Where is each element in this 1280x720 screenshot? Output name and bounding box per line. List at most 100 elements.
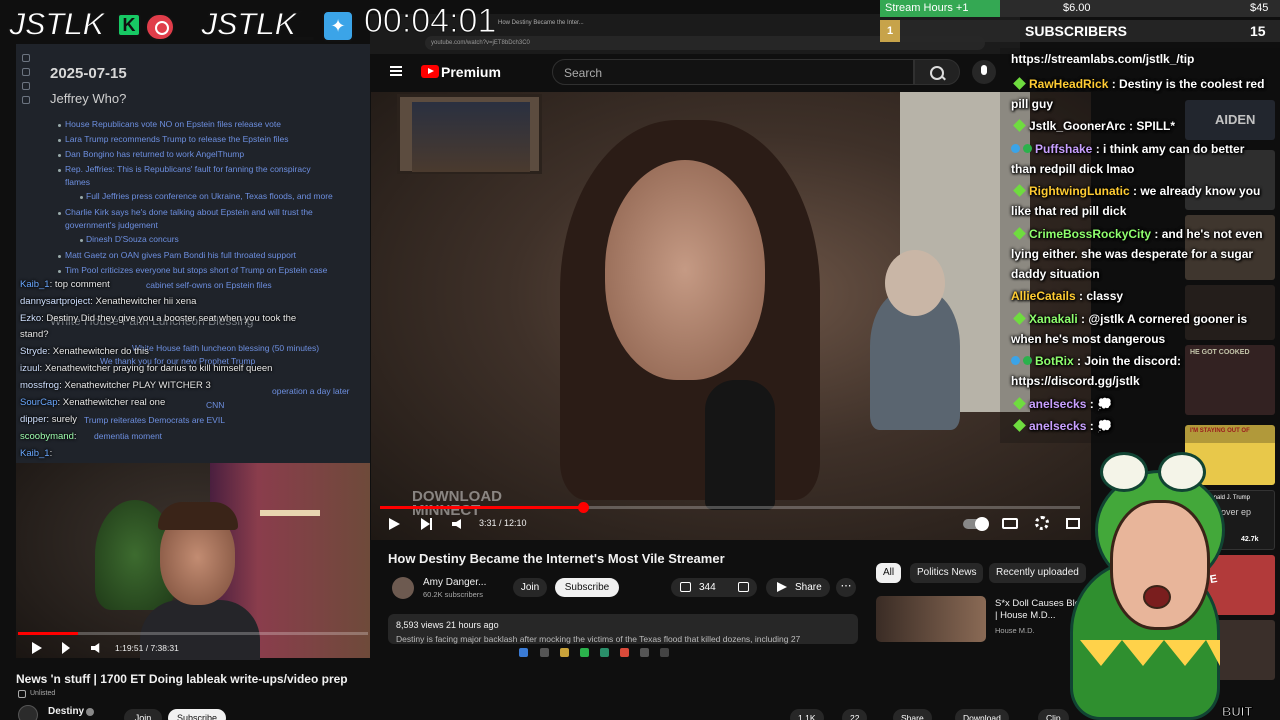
taskbar-windows-icon[interactable] <box>519 648 528 657</box>
doc-link[interactable]: Tim Pool criticizes everyone but stops s… <box>65 265 327 275</box>
search-input[interactable]: Search <box>552 59 914 85</box>
theater-mode-icon[interactable] <box>1066 518 1080 529</box>
channel-subscriber-count: 60.2K subscribers <box>423 590 484 599</box>
taskbar-search-icon[interactable] <box>540 648 549 657</box>
chat-user[interactable]: SourCap <box>20 397 58 408</box>
taskbar-app-icon[interactable] <box>580 648 589 657</box>
share-icon <box>777 582 787 592</box>
taskbar-edge-icon[interactable] <box>600 648 609 657</box>
left-chat-line: Ezko: Destiny Did they give you a booste… <box>20 313 297 324</box>
tip-link[interactable]: https://streamlabs.com/jstlk_/tip <box>1011 52 1194 66</box>
doc-link[interactable]: Dinesh D'Souza concurs <box>86 234 179 244</box>
autoplay-toggle[interactable] <box>963 517 989 531</box>
doc-link[interactable]: Rep. Jeffries: This is Republicans' faul… <box>65 164 311 174</box>
video-watermark: DOWNLOAD MINNECT <box>412 489 502 518</box>
recommended-channel: House M.D. <box>995 626 1035 635</box>
stream-join-button[interactable]: Join <box>124 709 162 720</box>
taskbar-extra-icon[interactable] <box>660 648 669 657</box>
share-button[interactable]: Share <box>766 578 830 597</box>
stream-logo-right: JSTLK_ <box>199 5 315 43</box>
subscribe-button[interactable]: Subscribe <box>555 578 619 597</box>
chip-recently-uploaded[interactable]: Recently uploaded <box>989 563 1086 583</box>
chat-message: AllieCatails : classy <box>1011 289 1124 303</box>
taskbar-folder-icon[interactable] <box>560 648 569 657</box>
stream-download-button[interactable]: Download <box>955 709 1009 720</box>
doc-link[interactable]: Matt Gaetz on OAN gives Pam Bondi his fu… <box>65 250 296 260</box>
doc-link[interactable]: CNN <box>206 400 224 410</box>
gem-icon <box>1013 119 1026 132</box>
doc-link[interactable]: Trump reiterates Democrats are EVIL <box>84 415 225 425</box>
chip-politics-news[interactable]: Politics News <box>910 563 984 583</box>
doc-heading: Jeffrey Who? <box>50 91 127 106</box>
channel-name[interactable]: Amy Danger... <box>423 577 486 588</box>
sidebar-doc-icon[interactable] <box>22 54 30 62</box>
chat-user[interactable]: dannysartproject <box>20 296 90 307</box>
doc-link[interactable]: White House faith luncheon blessing (50 … <box>132 343 319 353</box>
menu-icon[interactable] <box>390 66 402 76</box>
chat-user[interactable]: Jstlk_GoonerArc <box>1029 119 1126 133</box>
doc-link[interactable]: House Republicans vote NO on Epstein fil… <box>65 119 281 129</box>
gem-icon <box>1013 227 1026 240</box>
play-icon[interactable] <box>32 642 42 654</box>
play-icon[interactable] <box>389 518 400 530</box>
youtube-brand[interactable]: Premium <box>441 64 501 80</box>
chip-all[interactable]: All <box>876 563 902 583</box>
next-icon[interactable] <box>421 518 432 530</box>
chat-user[interactable]: Stryde <box>20 346 47 357</box>
captions-icon[interactable] <box>1002 518 1018 529</box>
chat-text: SPILL* <box>1136 119 1176 133</box>
chat-user[interactable]: mossfrog <box>20 380 59 391</box>
stream-dislike-button[interactable]: 22 <box>842 709 868 720</box>
stream-hours-label: Stream Hours +1 <box>885 2 969 14</box>
channel-avatar[interactable] <box>392 577 414 599</box>
next-icon[interactable] <box>62 642 70 654</box>
microphone-icon[interactable] <box>972 60 996 84</box>
doc-link[interactable]: Full Jeffries press conference on Ukrain… <box>86 191 333 201</box>
join-button[interactable]: Join <box>513 578 547 597</box>
bullet <box>80 239 83 242</box>
chat-user[interactable]: anelsecks <box>1029 397 1086 411</box>
chat-user[interactable]: RightwingLunatic <box>1029 184 1130 198</box>
chat-user[interactable]: Xanakali <box>1029 312 1078 326</box>
chat-user[interactable]: izuul <box>20 363 40 374</box>
chat-user[interactable]: BotRix <box>1035 354 1074 368</box>
stream-channel-name[interactable]: Destiny <box>48 706 84 717</box>
chat-user[interactable]: AllieCatails <box>1011 289 1076 303</box>
browser-tab-title[interactable]: How Destiny Became the Inter... <box>498 20 584 26</box>
taskbar-misc-icon[interactable] <box>640 648 649 657</box>
chat-user[interactable]: dipper <box>20 414 46 425</box>
chat-user[interactable]: Ezko <box>20 313 41 324</box>
doc-link[interactable]: Lara Trump recommends Trump to release t… <box>65 134 288 144</box>
doc-link[interactable]: flames <box>65 177 90 187</box>
youtube-logo-icon[interactable] <box>421 65 439 78</box>
stream-clip-button[interactable]: Clip <box>1038 709 1069 720</box>
taskbar-chrome-icon[interactable] <box>620 648 629 657</box>
doc-link[interactable]: Charlie Kirk says he's done talking abou… <box>65 207 313 217</box>
avatar[interactable] <box>18 705 38 720</box>
sidebar-link-icon[interactable] <box>22 82 30 90</box>
doc-link[interactable]: Dan Bongino has returned to work AngelTh… <box>65 149 244 159</box>
more-actions-button[interactable]: ⋯ <box>836 578 856 597</box>
chat-user[interactable]: CrimeBossRockyCity <box>1029 227 1151 241</box>
chat-user[interactable]: RawHeadRick <box>1029 77 1108 91</box>
chat-user[interactable]: Kaib_1 <box>20 279 50 290</box>
stream-share-button[interactable]: Share <box>893 709 932 720</box>
recommended-thumbnail[interactable] <box>876 596 986 642</box>
chat-user[interactable]: scoobymand <box>20 431 74 442</box>
badge-icon <box>1011 144 1020 153</box>
stream-like-button[interactable]: 1.1K <box>790 709 824 720</box>
stream-subscribe-button[interactable]: Subscribe <box>168 709 226 720</box>
chat-user[interactable]: Puffshake <box>1035 142 1092 156</box>
settings-gear-icon[interactable] <box>1035 516 1049 530</box>
doc-link[interactable]: dementia moment <box>94 431 162 441</box>
chat-user[interactable]: anelsecks <box>1029 419 1086 433</box>
doc-link[interactable]: government's judgement <box>65 220 158 230</box>
video-progress-handle[interactable] <box>578 502 589 513</box>
doc-link[interactable]: operation a day later <box>272 386 350 396</box>
doc-link[interactable]: cabinet self-owns on Epstein files <box>146 280 272 290</box>
search-icon[interactable] <box>914 59 960 85</box>
sidebar-gear-icon[interactable] <box>22 96 30 104</box>
chat-message: Puffshake : i think amy can do better th… <box>1011 142 1245 176</box>
sidebar-search-icon[interactable] <box>22 68 30 76</box>
chat-user[interactable]: Kaib_1 <box>20 448 50 459</box>
